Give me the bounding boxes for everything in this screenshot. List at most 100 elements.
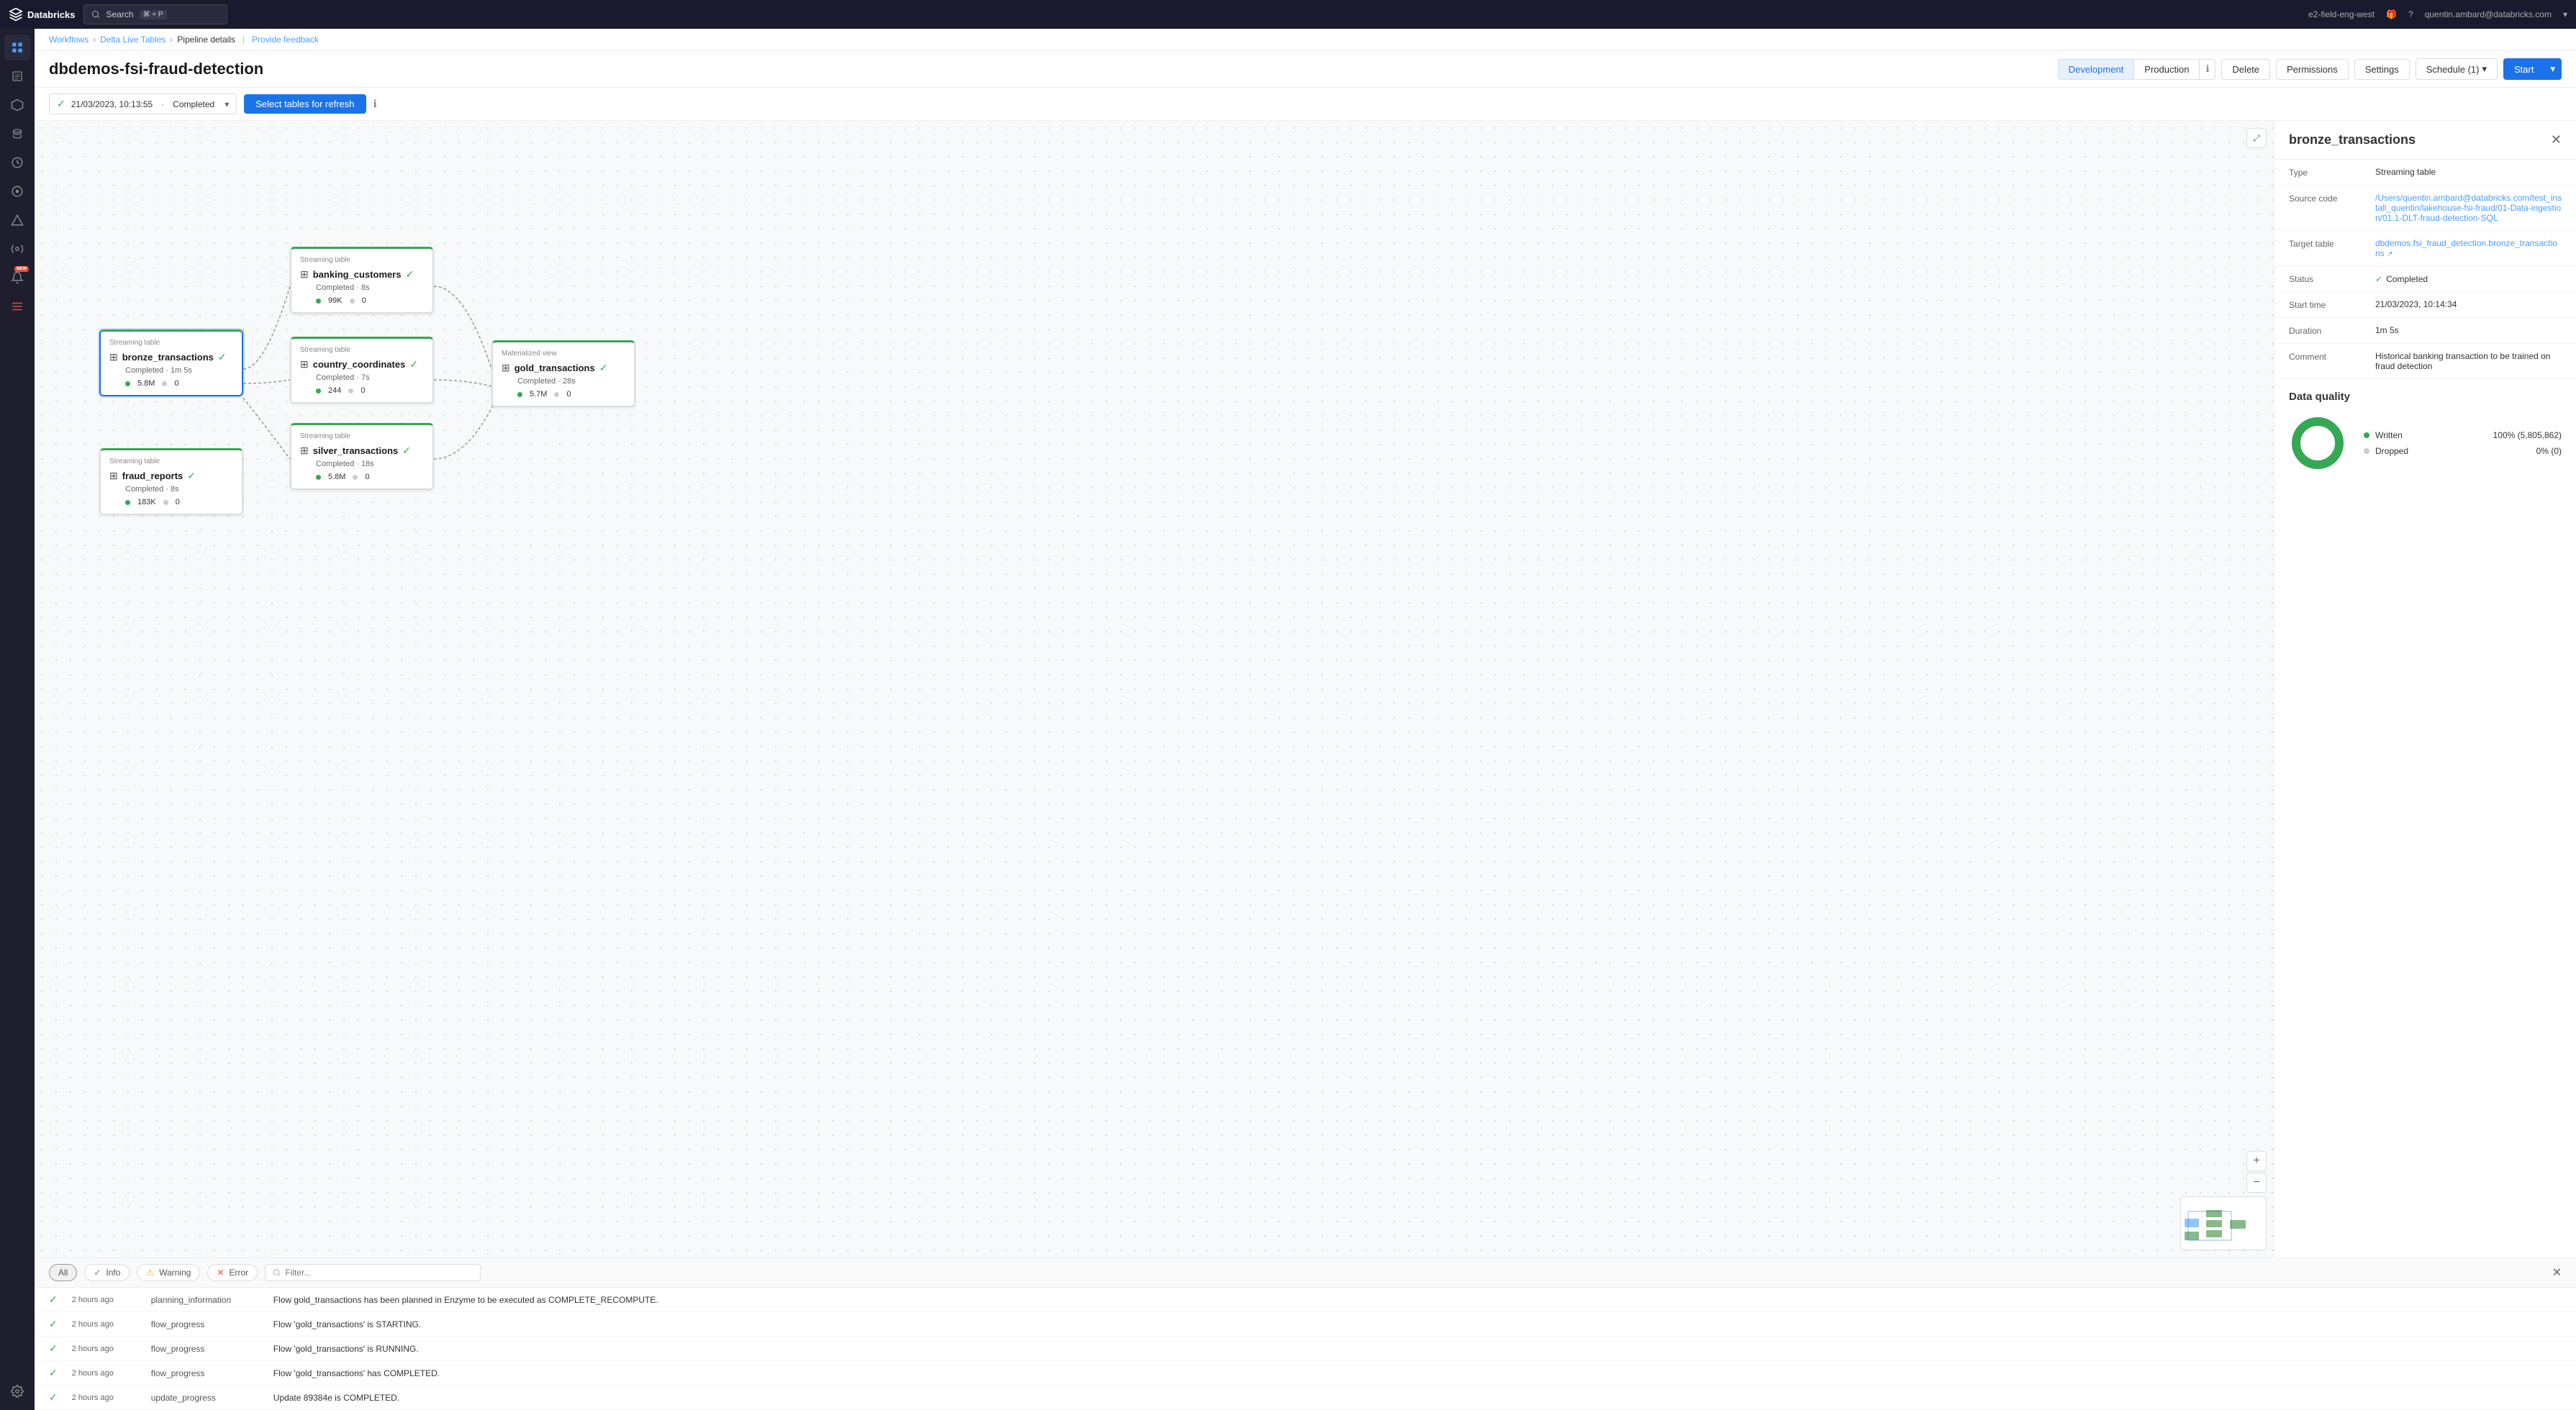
- stat-dot-green: [316, 475, 321, 480]
- user-chevron-icon: ▾: [2563, 9, 2567, 19]
- sidebar-item-home[interactable]: [4, 35, 30, 60]
- log-status-icon: ✓: [49, 1318, 58, 1330]
- filter-error-btn[interactable]: ✕ Error: [207, 1264, 258, 1281]
- stat-dot-green: [517, 392, 522, 397]
- log-status-icon: ✓: [49, 1342, 58, 1355]
- log-time: 2 hours ago: [72, 1345, 137, 1353]
- production-btn[interactable]: Production: [2134, 60, 2200, 79]
- sidebar-item-list[interactable]: [4, 294, 30, 319]
- home-icon: [11, 41, 24, 54]
- sidebar-item-jobs[interactable]: [4, 236, 30, 262]
- donut-chart: [2289, 414, 2346, 472]
- search-box[interactable]: Search ⌘ + P: [83, 4, 227, 24]
- settings-btn[interactable]: Settings: [2354, 59, 2410, 80]
- stat-green-value: 183K: [137, 498, 156, 506]
- log-time: 2 hours ago: [72, 1393, 137, 1402]
- region: e2-field-eng-west: [2308, 9, 2375, 19]
- source-link[interactable]: /Users/quentin.ambard@databricks.com/tes…: [2375, 193, 2562, 223]
- sidebar-item-settings[interactable]: [4, 1378, 30, 1404]
- legend-row-dropped: Dropped 0% (0): [2364, 446, 2562, 456]
- breadcrumb-workflows[interactable]: Workflows: [49, 35, 89, 45]
- zoom-out-btn[interactable]: −: [2246, 1173, 2267, 1193]
- node-fraud-reports[interactable]: Streaming table ⊞ fraud_reports ✓ Comple…: [99, 448, 243, 515]
- filter-search[interactable]: [265, 1264, 481, 1281]
- expand-btn[interactable]: ⤢: [2246, 128, 2267, 148]
- quality-section: Data quality: [2275, 379, 2576, 483]
- select-tables-info-icon[interactable]: ℹ: [373, 98, 377, 110]
- sidebar-item-delta[interactable]: [4, 207, 30, 233]
- logo-text: Databricks: [27, 9, 75, 20]
- node-status: Completed · 1m 5s: [125, 366, 233, 375]
- breadcrumb-current: Pipeline details: [177, 35, 235, 45]
- development-btn[interactable]: Development: [2059, 60, 2135, 79]
- node-check-icon: ✓: [409, 358, 418, 370]
- node-stats: 5.8M 0: [316, 473, 424, 481]
- stat-dot-green: [125, 381, 130, 386]
- sidebar-item-notebook[interactable]: [4, 63, 30, 89]
- log-message: Flow 'gold_transactions' has COMPLETED.: [273, 1368, 2562, 1378]
- filter-info-btn[interactable]: ✓ Info: [84, 1264, 130, 1281]
- detail-row-status: Status ✓ Completed: [2275, 266, 2576, 292]
- stat-dot-green: [125, 500, 130, 505]
- sidebar-item-workflows[interactable]: [4, 92, 30, 118]
- start-label: Start time: [2289, 299, 2375, 310]
- sidebar-item-alerts[interactable]: NEW: [4, 265, 30, 291]
- run-status: Completed: [173, 99, 214, 109]
- legend-label-written: Written: [2375, 430, 2487, 440]
- node-type-label: Streaming table: [300, 346, 424, 354]
- node-check-icon: ✓: [187, 470, 196, 482]
- panel-close-btn[interactable]: ✕: [2551, 132, 2562, 147]
- sidebar-item-data[interactable]: [4, 121, 30, 147]
- info-btn[interactable]: ℹ: [2200, 60, 2215, 79]
- alerts-badge: NEW: [14, 266, 29, 272]
- delete-btn[interactable]: Delete: [2221, 59, 2270, 80]
- schedule-btn[interactable]: Schedule (1) ▾: [2416, 58, 2498, 80]
- filter-warning-btn[interactable]: ⚠ Warning: [137, 1264, 200, 1281]
- breadcrumb-dlt[interactable]: Delta Live Tables: [100, 35, 165, 45]
- table-icon: ⊞: [502, 362, 510, 374]
- stat-green-value: 99K: [328, 296, 343, 305]
- status-value: ✓ Completed: [2375, 273, 2562, 284]
- start-caret-btn[interactable]: ▾: [2544, 58, 2562, 80]
- node-status: Completed · 18s: [316, 460, 424, 468]
- filter-all-btn[interactable]: All: [49, 1264, 77, 1281]
- detail-table: Type Streaming table Source code /Users/…: [2275, 160, 2576, 379]
- node-stats: 244 0: [316, 386, 424, 395]
- target-link[interactable]: dbdemos.fsi_fraud_detection.bronze_trans…: [2375, 238, 2562, 258]
- log-type: update_progress: [151, 1393, 259, 1403]
- nav-right: e2-field-eng-west 🎁 ? quentin.ambard@dat…: [2308, 9, 2567, 19]
- run-selector[interactable]: ✓ 21/03/2023, 10:13:55 · Completed ▾: [49, 94, 237, 114]
- node-name: banking_customers: [313, 269, 402, 280]
- node-banking-customers[interactable]: Streaming table ⊞ banking_customers ✓ Co…: [290, 247, 434, 314]
- node-type-label: Streaming table: [300, 432, 424, 440]
- breadcrumb-sep-2: ›: [170, 35, 173, 45]
- log-type: planning_information: [151, 1295, 259, 1305]
- filter-input[interactable]: [285, 1268, 473, 1278]
- log-area: All ✓ Info ⚠ Warning ✕ Error: [35, 1257, 2576, 1410]
- stat-dot-gray: [554, 392, 559, 397]
- node-type-label: Streaming table: [109, 339, 233, 347]
- start-btn[interactable]: Start: [2503, 58, 2544, 80]
- log-row: ✓ 2 hours ago flow_progress Flow 'gold_t…: [35, 1337, 2576, 1361]
- log-row: ✓ 2 hours ago planning_information Flow …: [35, 1288, 2576, 1312]
- node-silver-transactions[interactable]: Streaming table ⊞ silver_transactions ✓ …: [290, 423, 434, 490]
- top-nav: Databricks Search ⌘ + P e2-field-eng-wes…: [0, 0, 2576, 29]
- zoom-controls: + −: [2246, 1151, 2267, 1193]
- permissions-btn[interactable]: Permissions: [2276, 59, 2349, 80]
- sidebar-item-compute[interactable]: [4, 178, 30, 204]
- schedule-chevron-icon: ▾: [2482, 63, 2487, 75]
- sidebar-item-history[interactable]: [4, 150, 30, 176]
- error-icon: ✕: [217, 1268, 224, 1278]
- node-country-coordinates[interactable]: Streaming table ⊞ country_coordinates ✓ …: [290, 337, 434, 404]
- log-row: ✓ 2 hours ago flow_progress Flow 'gold_t…: [35, 1312, 2576, 1337]
- legend-dot-dropped: [2364, 448, 2369, 454]
- node-gold-transactions[interactable]: Materialized view ⊞ gold_transactions ✓ …: [491, 340, 635, 407]
- node-header: ⊞ silver_transactions ✓: [300, 445, 424, 457]
- feedback-link[interactable]: Provide feedback: [252, 35, 319, 45]
- zoom-in-btn[interactable]: +: [2246, 1151, 2267, 1171]
- stat-dot-gray: [350, 299, 355, 304]
- node-bronze-transactions[interactable]: Streaming table ⊞ bronze_transactions ✓ …: [99, 329, 243, 396]
- log-close-btn[interactable]: ✕: [2552, 1265, 2562, 1280]
- status-check-icon: ✓: [57, 98, 65, 110]
- select-tables-btn[interactable]: Select tables for refresh: [244, 94, 366, 114]
